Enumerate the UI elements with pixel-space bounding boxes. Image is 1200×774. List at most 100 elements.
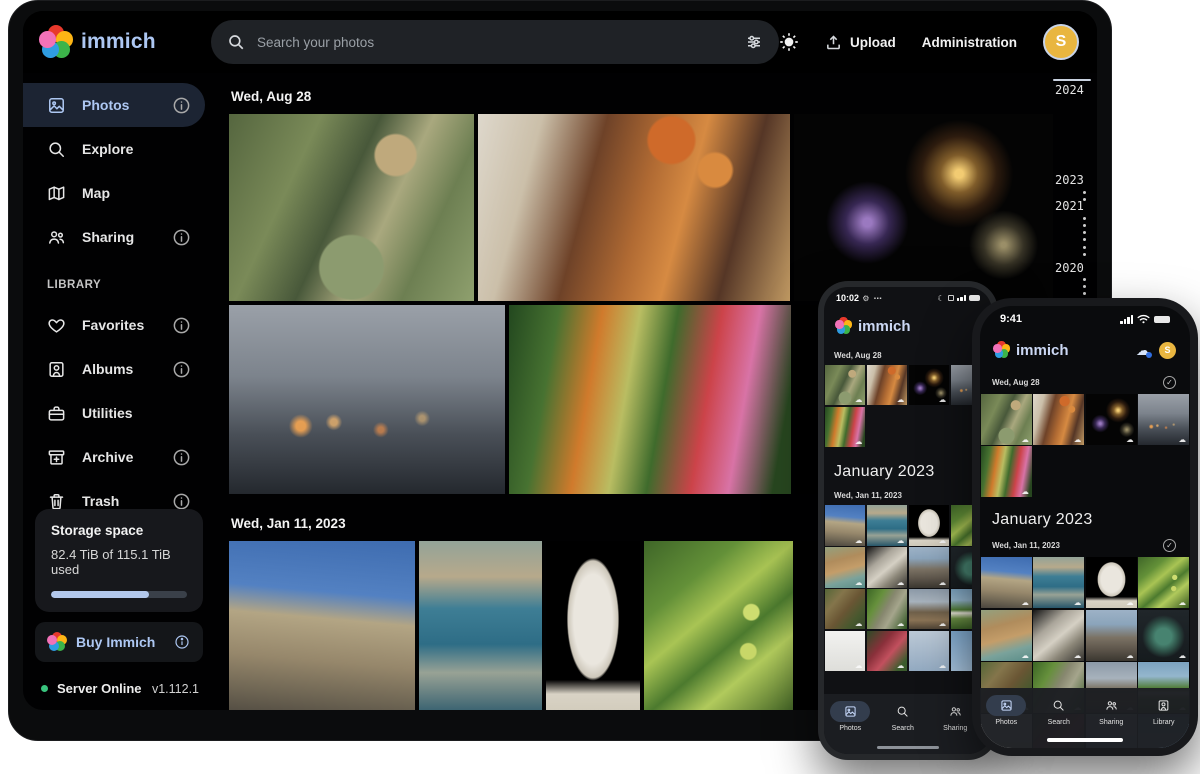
photo-thumbnail-ruins[interactable]: ☁ — [1086, 610, 1137, 661]
info-icon[interactable] — [172, 360, 191, 379]
sidebar-item-photos[interactable]: Photos — [23, 83, 205, 127]
library-section-label: LIBRARY — [47, 279, 215, 291]
photo-thumbnail-hands[interactable] — [229, 305, 505, 494]
select-all-check-icon[interactable]: ✓ — [1163, 539, 1176, 552]
photo-thumbnail-monkeys[interactable]: ☁ — [981, 394, 1032, 445]
month-header: January 2023 — [980, 497, 1190, 531]
photo-thumbnail-lizard[interactable]: ☁ — [867, 589, 907, 629]
info-icon[interactable] — [172, 492, 191, 511]
photo-thumbnail-hands[interactable]: ☁ — [1138, 394, 1189, 445]
info-icon[interactable] — [172, 316, 191, 335]
search-input[interactable] — [257, 35, 733, 50]
photo-thumbnail-rock[interactable]: ☁ — [1033, 610, 1084, 661]
backup-cloud-icon[interactable]: ☁ — [1136, 342, 1150, 359]
sidebar-item-map[interactable]: Map — [23, 171, 205, 215]
buy-immich-button[interactable]: Buy Immich — [35, 622, 203, 662]
scrubber-month-dot — [1083, 253, 1086, 256]
photo-thumbnail-fort[interactable]: ☁ — [825, 505, 865, 545]
photo-thumbnail-dinner[interactable]: ☁ — [1033, 394, 1084, 445]
photo-thumbnail-catkins[interactable] — [644, 541, 793, 710]
photos-icon — [986, 695, 1026, 716]
sidebar: PhotosExploreMap Sharing LIBRARY Favorite… — [23, 73, 215, 710]
nav-tab-library[interactable]: Library — [1140, 695, 1188, 726]
sidebar-item-utilities[interactable]: Utilities — [23, 391, 205, 435]
administration-link[interactable]: Administration — [922, 35, 1017, 50]
photo-thumbnail-rock[interactable]: ☁ — [867, 547, 907, 587]
photo-thumbnail-dinner[interactable]: ☁ — [867, 365, 907, 405]
nav-tab-photos[interactable]: Photos — [826, 701, 874, 732]
nav-tab-search[interactable]: Search — [1035, 695, 1083, 726]
signal-icon — [957, 295, 967, 301]
photo-thumbnail-flowers[interactable]: ☁ — [867, 631, 907, 671]
search-bar[interactable] — [211, 20, 779, 64]
scrubber-year-2020[interactable]: 2020 — [1055, 261, 1084, 275]
user-avatar[interactable]: S — [1043, 24, 1079, 60]
scrubber-month-dot — [1083, 191, 1086, 194]
select-all-check-icon[interactable]: ✓ — [1163, 376, 1176, 389]
sidebar-item-favorites[interactable]: Favorites — [23, 303, 205, 347]
photo-thumbnail-monkeys[interactable]: ☁ — [825, 365, 865, 405]
photo-thumbnail-garden[interactable]: ☁ — [981, 446, 1032, 497]
photo-thumbnail-fireworks[interactable] — [794, 114, 1053, 301]
photo-thumbnail-garden[interactable] — [509, 305, 791, 494]
home-indicator[interactable] — [877, 746, 939, 749]
nav-tab-sharing[interactable]: Sharing — [1087, 695, 1135, 726]
date-header-row: Wed, Aug 28 — [824, 343, 992, 365]
photo-thumbnail-catkins[interactable]: ☁ — [1138, 557, 1189, 608]
cloud-sync-icon: ☁ — [1179, 598, 1187, 607]
photo-thumbnail-lizardlog[interactable]: ☁ — [825, 589, 865, 629]
photo-thumbnail-bust[interactable]: ☁ — [909, 505, 949, 545]
sidebar-item-albums[interactable]: Albums — [23, 347, 205, 391]
theme-toggle-icon[interactable] — [779, 32, 799, 52]
photo-thumbnail-garden[interactable]: ☁ — [825, 407, 865, 447]
scrubber-year-2021[interactable]: 2021 — [1055, 199, 1084, 213]
photo-thumbnail-bust[interactable]: ☁ — [1086, 557, 1137, 608]
photo-thumbnail-ruins[interactable]: ☁ — [909, 547, 949, 587]
nav-tab-search[interactable]: Search — [879, 701, 927, 732]
info-icon[interactable] — [172, 228, 191, 247]
search-filters-icon[interactable] — [745, 33, 763, 51]
scrubber-year-2023[interactable]: 2023 — [1055, 173, 1084, 187]
cloud-sync-icon: ☁ — [897, 661, 905, 670]
photo-thumbnail-birdsky[interactable]: ☁ — [909, 631, 949, 671]
cloud-sync-icon: ☁ — [855, 619, 863, 628]
scrubber-year-2024[interactable]: 2024 — [1055, 83, 1084, 97]
photo-thumbnail-coast[interactable]: ☁ — [867, 505, 907, 545]
user-avatar[interactable]: S — [1159, 342, 1176, 359]
info-icon[interactable] — [172, 96, 191, 115]
iphone-mockup: 9:41 immich ☁ S Wed, Aug 28 ✓ — [972, 298, 1198, 756]
nav-tab-label: Sharing — [943, 725, 967, 732]
photo-thumbnail-fireworks[interactable]: ☁ — [909, 365, 949, 405]
brand[interactable]: immich — [41, 27, 211, 57]
header-actions: ☁ S — [1136, 342, 1176, 359]
ios-app-header: immich ☁ S — [980, 332, 1190, 368]
date-header-row: Wed, Aug 28 ✓ — [980, 368, 1190, 394]
home-indicator[interactable] — [1047, 738, 1123, 742]
sidebar-item-label: Sharing — [82, 229, 134, 245]
photo-thumbnail-monkeys[interactable] — [229, 114, 474, 301]
photo-thumbnail-fort[interactable] — [229, 541, 415, 710]
sidebar-item-sharing[interactable]: Sharing — [23, 215, 205, 259]
upload-button[interactable]: Upload — [825, 34, 896, 51]
immich-logo-icon — [48, 633, 66, 651]
photo-thumbnail-coast[interactable]: ☁ — [1033, 557, 1084, 608]
photo-thumbnail-cliff[interactable]: ☁ — [981, 610, 1032, 661]
photo-thumbnail-fireworks[interactable]: ☁ — [1086, 394, 1137, 445]
server-version: v1.112.1 — [152, 682, 199, 696]
photo-thumbnail-bust[interactable] — [546, 541, 640, 710]
photo-row — [229, 114, 1053, 301]
info-icon[interactable] — [172, 448, 191, 467]
photo-thumbnail-white[interactable]: ☁ — [825, 631, 865, 671]
photo-thumbnail-coast[interactable] — [419, 541, 542, 710]
photo-thumbnail-xmas[interactable]: ☁ — [1138, 610, 1189, 661]
photo-thumbnail-cliff[interactable]: ☁ — [825, 547, 865, 587]
cloud-sync-icon: ☁ — [855, 536, 863, 545]
app-title: immich — [81, 30, 156, 54]
photo-thumbnail-fort[interactable]: ☁ — [981, 557, 1032, 608]
sidebar-item-explore[interactable]: Explore — [23, 127, 205, 171]
photo-thumbnail-dinner[interactable] — [478, 114, 790, 301]
nav-tab-photos[interactable]: Photos — [982, 695, 1030, 726]
photo-thumbnail-church[interactable]: ☁ — [909, 589, 949, 629]
sidebar-item-archive[interactable]: Archive — [23, 435, 205, 479]
cloud-sync-icon: ☁ — [897, 619, 905, 628]
